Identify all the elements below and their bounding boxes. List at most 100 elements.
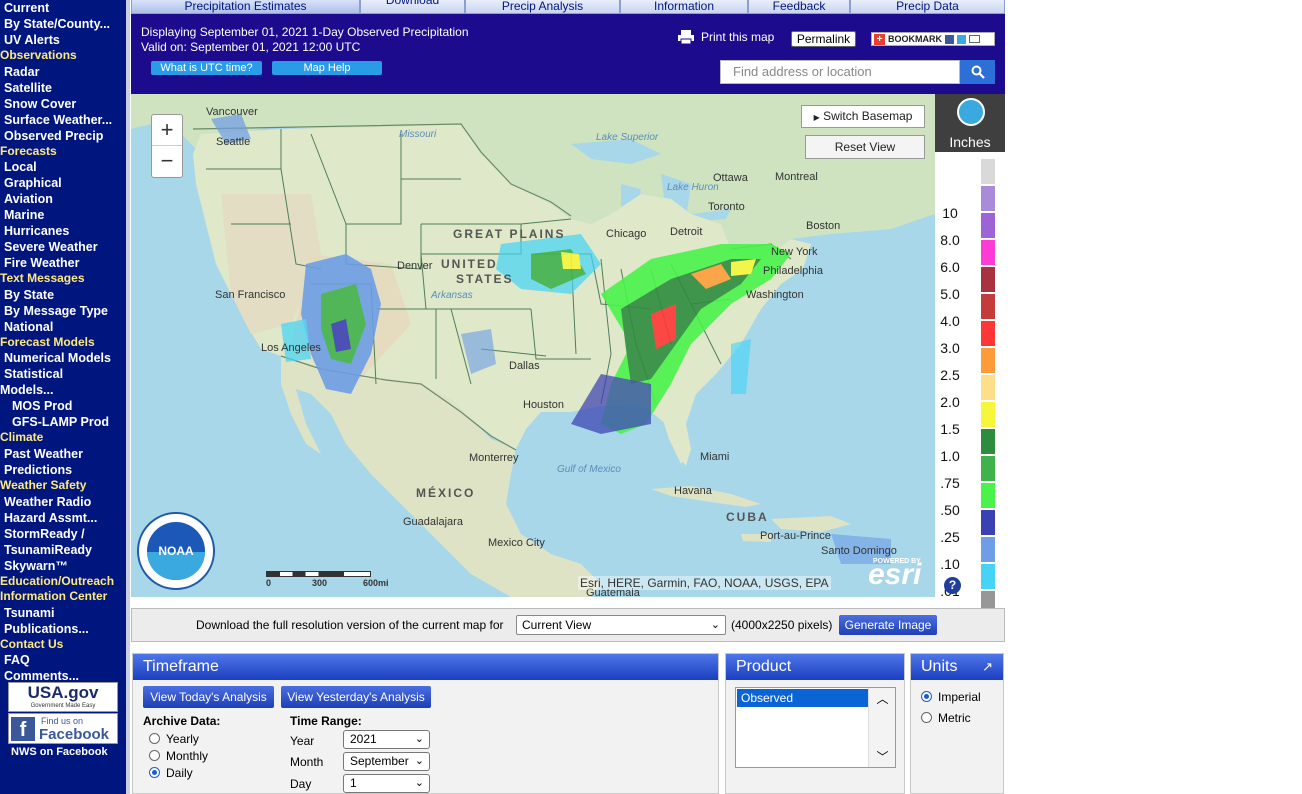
usa-gov-badge[interactable]: USA.gov Government Made Easy [8, 682, 118, 712]
facebook-share-icon [945, 34, 954, 44]
product-scrollbar[interactable]: ︿ ﹀ [868, 688, 895, 767]
map-label-monterrey: Monterrey [469, 452, 519, 464]
sidebar-item-predictions[interactable]: Predictions [0, 462, 126, 478]
sidebar-item-weather-radio[interactable]: Weather Radio [0, 494, 126, 510]
sidebar-item-mos-prod[interactable]: MOS Prod [0, 398, 126, 414]
product-option-observed[interactable]: Observed [737, 689, 868, 707]
scroll-down-icon[interactable]: ﹀ [869, 748, 896, 765]
search-button[interactable] [960, 60, 995, 84]
legend-label: .75 [940, 475, 960, 491]
expand-arrow-icon[interactable]: ↗ [982, 654, 993, 680]
sidebar-item-aviation[interactable]: Aviation [0, 191, 126, 207]
bookmark-button[interactable]: + BOOKMARK [871, 32, 995, 46]
year-select[interactable]: 2021 ⌄ [343, 730, 430, 749]
sidebar-section-forecast-models[interactable]: Forecast Models [0, 335, 126, 351]
timeframe-title: Timeframe [133, 654, 718, 680]
scroll-up-icon[interactable]: ︿ [869, 690, 896, 707]
legend-label: 6.0 [940, 259, 960, 275]
sidebar-item-marine[interactable]: Marine [0, 207, 126, 223]
sidebar-item-stormready[interactable]: StormReady / [0, 526, 126, 542]
sidebar-item-surface-weather[interactable]: Surface Weather... [0, 112, 126, 128]
archive-daily-radio[interactable]: Daily [149, 764, 208, 781]
view-today-button[interactable]: View Today's Analysis [143, 686, 274, 708]
zoom-in-button[interactable]: + [152, 115, 182, 146]
units-metric-label: Metric [938, 710, 971, 725]
switch-basemap-button[interactable]: ▶ Switch Basemap [801, 105, 925, 128]
sidebar-item-by-message-type[interactable]: By Message Type [0, 303, 126, 319]
tab-feedback[interactable]: Feedback [748, 0, 850, 14]
sidebar-item-graphical[interactable]: Graphical [0, 175, 126, 191]
sidebar-item-satellite[interactable]: Satellite [0, 80, 126, 96]
download-extent-select[interactable]: Current View ⌄ [516, 615, 726, 635]
generate-image-button[interactable]: Generate Image [839, 615, 937, 635]
download-bar: Download the full resolution version of … [131, 608, 1005, 642]
bookmark-plus-icon: + [874, 33, 885, 45]
legend-label: 8.0 [940, 232, 960, 248]
permalink-button[interactable]: Permalink [791, 31, 856, 47]
sidebar-item-past-weather[interactable]: Past Weather [0, 446, 126, 462]
facebook-badge[interactable]: f Find us on Facebook [8, 713, 118, 744]
sidebar-item-local[interactable]: Local [0, 159, 126, 175]
sidebar-item-numerical-models[interactable]: Numerical Models [0, 350, 126, 366]
sidebar-item-hazard-assmt[interactable]: Hazard Assmt... [0, 510, 126, 526]
print-map-link[interactable]: Print this map [677, 29, 774, 45]
archive-monthly-radio[interactable]: Monthly [149, 747, 208, 764]
product-listbox[interactable]: Observed ︿ ﹀ [735, 687, 896, 768]
sidebar-item-faq[interactable]: FAQ [0, 652, 126, 668]
sidebar-section-contact-us[interactable]: Contact Us [0, 637, 126, 653]
sidebar-item-snow-cover[interactable]: Snow Cover [0, 96, 126, 112]
units-title: Units [921, 658, 958, 675]
reset-view-button[interactable]: Reset View [805, 135, 925, 159]
units-metric-radio[interactable]: Metric [921, 707, 981, 728]
sidebar-section-observations[interactable]: Observations [0, 48, 126, 64]
tab-download[interactable]: Download [360, 0, 465, 14]
tab-precip-data[interactable]: Precip Data [850, 0, 1005, 14]
sidebar-item-observed-precip[interactable]: Observed Precip [0, 128, 126, 144]
location-search-input[interactable]: Find address or location [720, 60, 960, 84]
archive-data-label: Archive Data: [143, 714, 221, 728]
day-select[interactable]: 1 ⌄ [343, 774, 430, 793]
sidebar-item-national[interactable]: National [0, 319, 126, 335]
map-label-chicago: Chicago [606, 228, 647, 240]
map-label-new-york: New York [771, 246, 818, 258]
map-label-arkansas: Arkansas [431, 290, 473, 301]
sidebar-item-radar[interactable]: Radar [0, 64, 126, 80]
sidebar-section-weather-safety[interactable]: Weather Safety [0, 478, 126, 494]
noaa-legend-logo [957, 98, 985, 126]
sidebar-item-statistical[interactable]: Statistical [0, 366, 126, 382]
sidebar-item-uv-alerts[interactable]: UV Alerts [0, 32, 126, 48]
tab-information[interactable]: Information [620, 0, 748, 14]
day-label: Day [290, 777, 312, 791]
sidebar-item-current[interactable]: Current [0, 0, 126, 16]
legend-swatch [980, 374, 996, 401]
zoom-out-button[interactable]: − [152, 146, 182, 177]
archive-yearly-radio[interactable]: Yearly [149, 730, 208, 747]
sidebar-item-publications[interactable]: Publications... [0, 621, 126, 637]
sidebar-section-education-outreach[interactable]: Education/Outreach [0, 574, 126, 590]
sidebar-item-severe-weather[interactable]: Severe Weather [0, 239, 126, 255]
nws-facebook-link[interactable]: NWS on Facebook [11, 746, 108, 758]
tab-precip-analysis[interactable]: Precip Analysis [465, 0, 620, 14]
view-yesterday-button[interactable]: View Yesterday's Analysis [281, 686, 431, 708]
sidebar-section-forecasts[interactable]: Forecasts [0, 144, 126, 160]
sidebar-item-by-state-county[interactable]: By State/County... [0, 16, 126, 32]
sidebar-item-hurricanes[interactable]: Hurricanes [0, 223, 126, 239]
month-select[interactable]: September ⌄ [343, 752, 430, 771]
legend-help-icon[interactable]: ? [944, 577, 961, 594]
sidebar-item-by-state[interactable]: By State [0, 287, 126, 303]
sidebar-item-tsunami[interactable]: Tsunami [0, 605, 126, 621]
sidebar-item-gfs-lamp-prod[interactable]: GFS-LAMP Prod [0, 414, 126, 430]
sidebar-section-text-messages[interactable]: Text Messages [0, 271, 126, 287]
precip-map[interactable]: Vancouver Seattle Missouri Lake Superior Ott… [131, 94, 935, 597]
sidebar-section-climate[interactable]: Climate [0, 430, 126, 446]
map-help-button[interactable]: Map Help [272, 61, 382, 75]
sidebar-item-skywarn[interactable]: Skywarn™ [0, 558, 126, 574]
legend-label: .50 [940, 502, 960, 518]
sidebar-section-information-center[interactable]: Information Center [0, 589, 126, 605]
sidebar-item-fire-weather[interactable]: Fire Weather [0, 255, 126, 271]
tab-precipitation-estimates[interactable]: Precipitation Estimates [131, 0, 360, 14]
utc-time-button[interactable]: What is UTC time? [151, 61, 262, 75]
units-imperial-radio[interactable]: Imperial [921, 686, 981, 707]
sidebar-item-models[interactable]: Models... [0, 382, 126, 398]
sidebar-item-tsunamiready[interactable]: TsunamiReady [0, 542, 126, 558]
